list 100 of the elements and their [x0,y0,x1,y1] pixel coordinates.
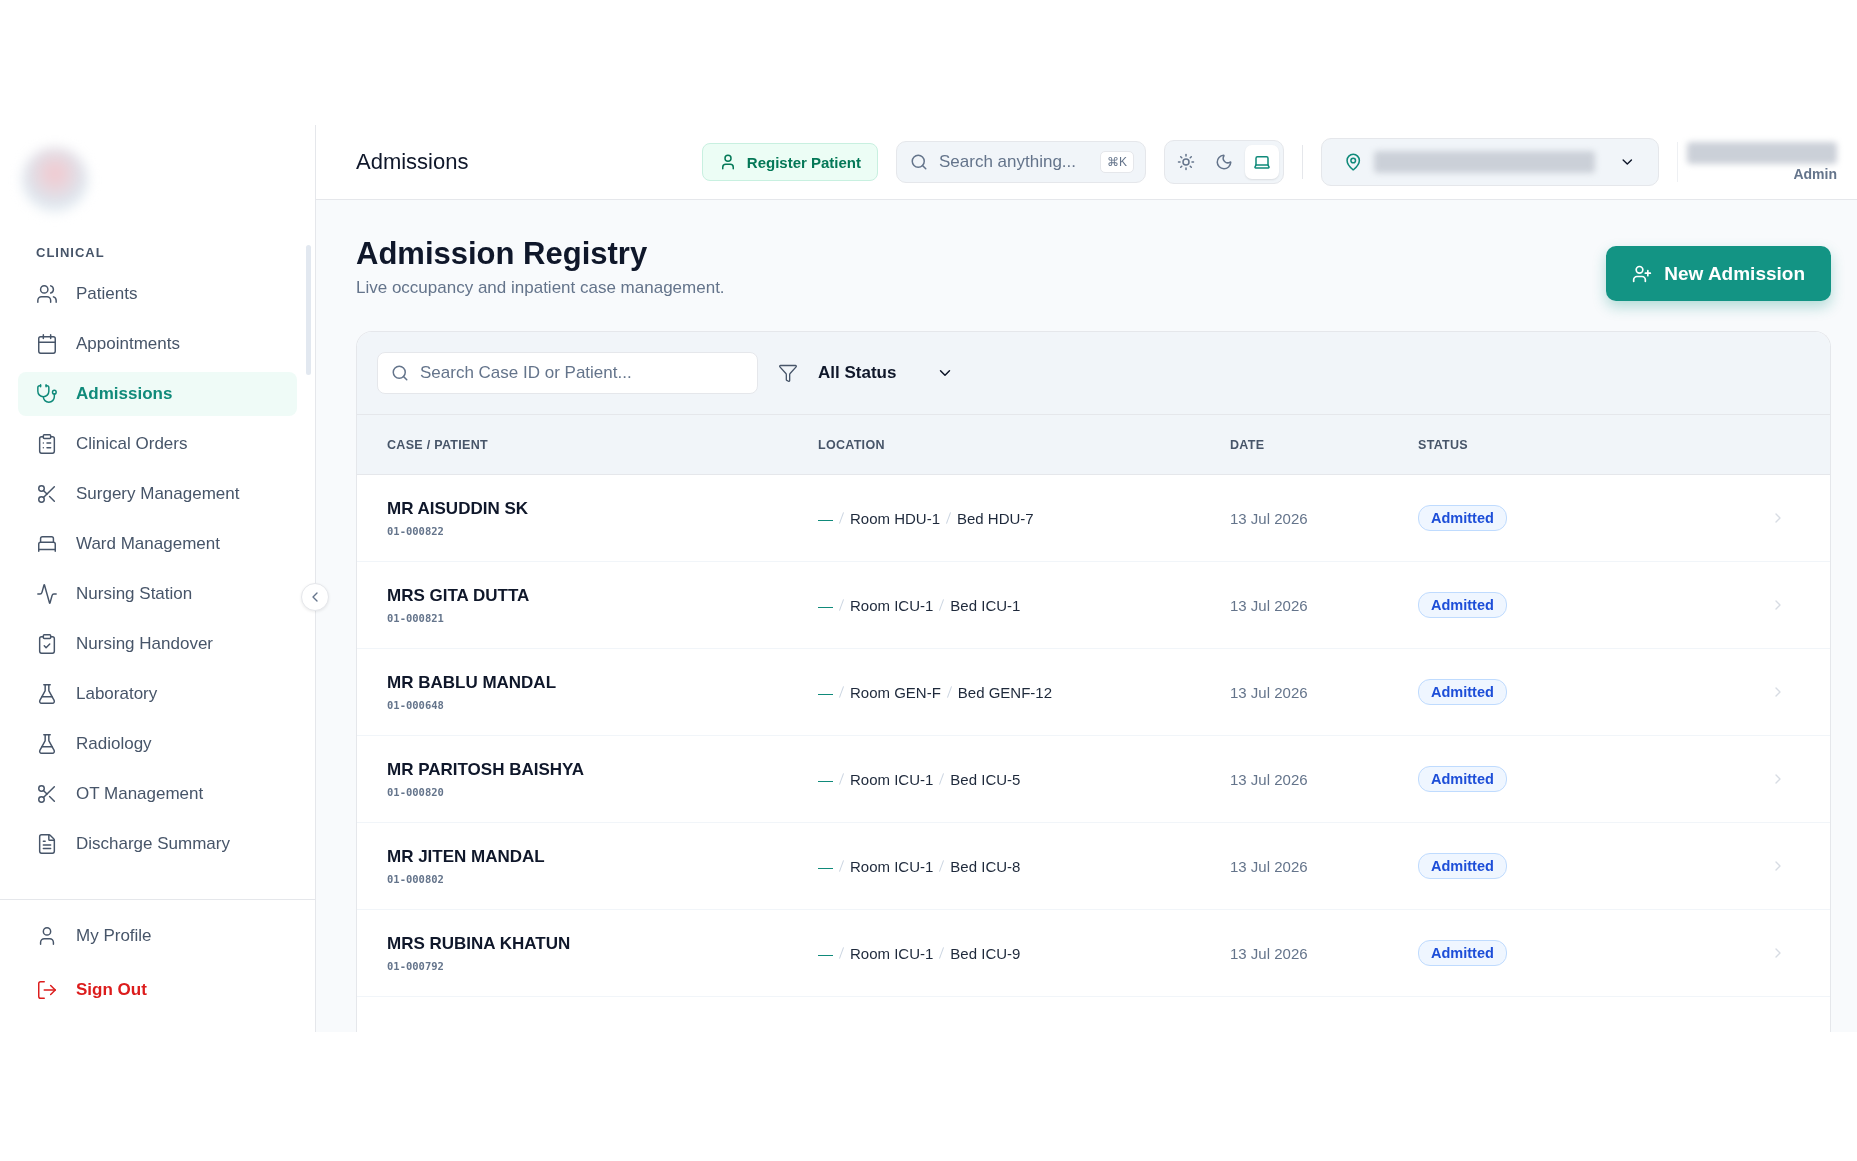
laptop-icon [1253,153,1271,171]
room-text: Room GEN-F [850,683,941,701]
admission-row[interactable]: MR PARITOSH BAISHYA 01-000820 — Room ICU-1 Bed ICU-5 13 Jul 2026 Admitted [357,736,1830,823]
pulse-icon [36,583,58,605]
admission-date: 13 Jul 2026 [1230,509,1309,527]
bed-text: Bed GENF-12 [957,683,1053,701]
shortcut-hint: ⌘K [1100,151,1134,173]
nav-item[interactable]: Radiology [18,722,297,766]
nav-item[interactable]: Laboratory [18,672,297,716]
case-id: 01-000648 [387,699,445,711]
patient-name: MR JITEN MANDAL [387,847,546,867]
admission-row[interactable]: MRS GITA DUTTA 01-000821 — Room ICU-1 Bed ICU-1 13 Jul 2026 Admitted [357,562,1830,649]
search-icon [910,153,928,171]
status-badge: Admitted [1418,853,1507,879]
column-header: LOCATION [818,437,886,452]
status-badge: Admitted [1418,940,1507,966]
search-icon [391,364,409,382]
patient-name: MR BABLU MANDAL [387,673,558,693]
status-badge: Admitted [1418,766,1507,792]
admission-date: 13 Jul 2026 [1230,944,1309,962]
case-id: 01-000820 [387,786,445,798]
column-header: DATE [1230,437,1266,452]
ward-text: — [818,509,833,527]
admission-row[interactable]: MR BABLU MANDAL 01-000648 — Room GEN-F Bed GENF-12 13 Jul 2026 Admitted [357,649,1830,736]
new-admission-button[interactable]: New Admission [1606,246,1831,301]
bed-text: Bed ICU-8 [950,857,1021,875]
users-icon [36,283,58,305]
page-subtitle: Live occupancy and inpatient case management. [356,278,725,298]
admission-row[interactable]: MR AISUDDIN SK 01-000822 — Room HDU-1 Bed HDU-7 13 Jul 2026 Admitted [357,475,1830,562]
user-role: Admin [1793,166,1837,182]
calendar-icon [36,333,58,355]
ward-text: — [818,683,833,701]
flask-icon [36,683,58,705]
admission-row[interactable]: MRS RUBINA KHATUN 01-000792 — Room ICU-1 Bed ICU-9 13 Jul 2026 Admitted [357,910,1830,997]
room-text: Room ICU-1 [850,944,934,962]
nav-item[interactable]: Ward Management [18,522,297,566]
column-header: STATUS [1418,437,1469,452]
sign-out-link[interactable]: Sign Out [18,968,297,1012]
bed-text: Bed ICU-1 [950,596,1021,614]
scissors-icon [36,483,58,505]
status-filter[interactable]: All Status [818,363,955,383]
room-text: Room ICU-1 [850,596,934,614]
room-text: Room HDU-1 [850,509,940,527]
section-label: CLINICAL [35,244,106,262]
system-theme-button[interactable] [1245,145,1279,179]
bed-text: Bed ICU-5 [950,770,1021,788]
register-patient-button[interactable]: Register Patient [701,143,878,181]
case-id: 01-000802 [387,873,445,885]
admission-date: 13 Jul 2026 [1230,683,1309,701]
scrollbar[interactable] [306,245,311,375]
map-pin-icon [1344,152,1363,172]
nav-item[interactable]: Nursing Station [18,572,297,616]
ward-text: — [818,857,833,875]
bed-text: Bed HDU-7 [957,509,1034,527]
case-search-field[interactable]: Search Case ID or Patient... [377,352,758,394]
bed-text: Bed ICU-9 [950,944,1021,962]
ward-text: — [818,944,833,962]
user-plus-icon [1632,263,1653,284]
patient-name: MR PARITOSH BAISHYA [387,760,586,780]
header-title: Admissions [356,149,470,175]
admission-row[interactable]: MR JITEN MANDAL 01-000802 — Room ICU-1 Bed ICU-8 13 Jul 2026 Admitted [357,823,1830,910]
patient-name: MR AISUDDIN SK [387,499,530,519]
status-badge: Admitted [1418,505,1507,531]
patient-name: MRS GITA DUTTA [387,586,531,606]
document-icon [36,833,58,855]
clipboard-check-icon [36,633,58,655]
ward-text: — [818,770,833,788]
nav-item[interactable]: Nursing Handover [18,622,297,666]
collapse-button[interactable] [301,583,329,611]
patient-name: MRS RUBINA KHATUN [387,934,572,954]
nav-item[interactable]: Clinical Orders [18,422,297,466]
nav-item[interactable]: Patients [18,272,297,316]
admission-date: 13 Jul 2026 [1230,770,1309,788]
status-badge: Admitted [1418,592,1507,618]
status-badge: Admitted [1418,679,1507,705]
sun-icon [1177,153,1195,171]
nav-item[interactable]: Discharge Summary [18,822,297,866]
filter-icon [778,363,798,383]
bed-icon [36,533,58,555]
ward-text: — [818,596,833,614]
case-id: 01-000821 [387,612,445,624]
nav-item[interactable]: Surgery Management [18,472,297,516]
nav-item[interactable]: Appointments [18,322,297,366]
moon-icon [1215,153,1233,171]
column-header: CASE / PATIENT [387,437,489,452]
logo [22,147,88,213]
flask-icon [36,733,58,755]
nav-item[interactable]: Admissions [18,372,297,416]
case-id: 01-000822 [387,525,445,537]
scissors-icon [36,783,58,805]
room-text: Room ICU-1 [850,857,934,875]
page-title: Admission Registry [356,236,649,272]
room-text: Room ICU-1 [850,770,934,788]
sign-out-icon [36,979,58,1001]
nav-item[interactable]: OT Management [18,772,297,816]
admission-date: 13 Jul 2026 [1230,857,1309,875]
profile-link[interactable]: My Profile [18,914,297,958]
case-id: 01-000792 [387,960,445,972]
stethoscope-icon [36,383,58,405]
clipboard-icon [36,433,58,455]
